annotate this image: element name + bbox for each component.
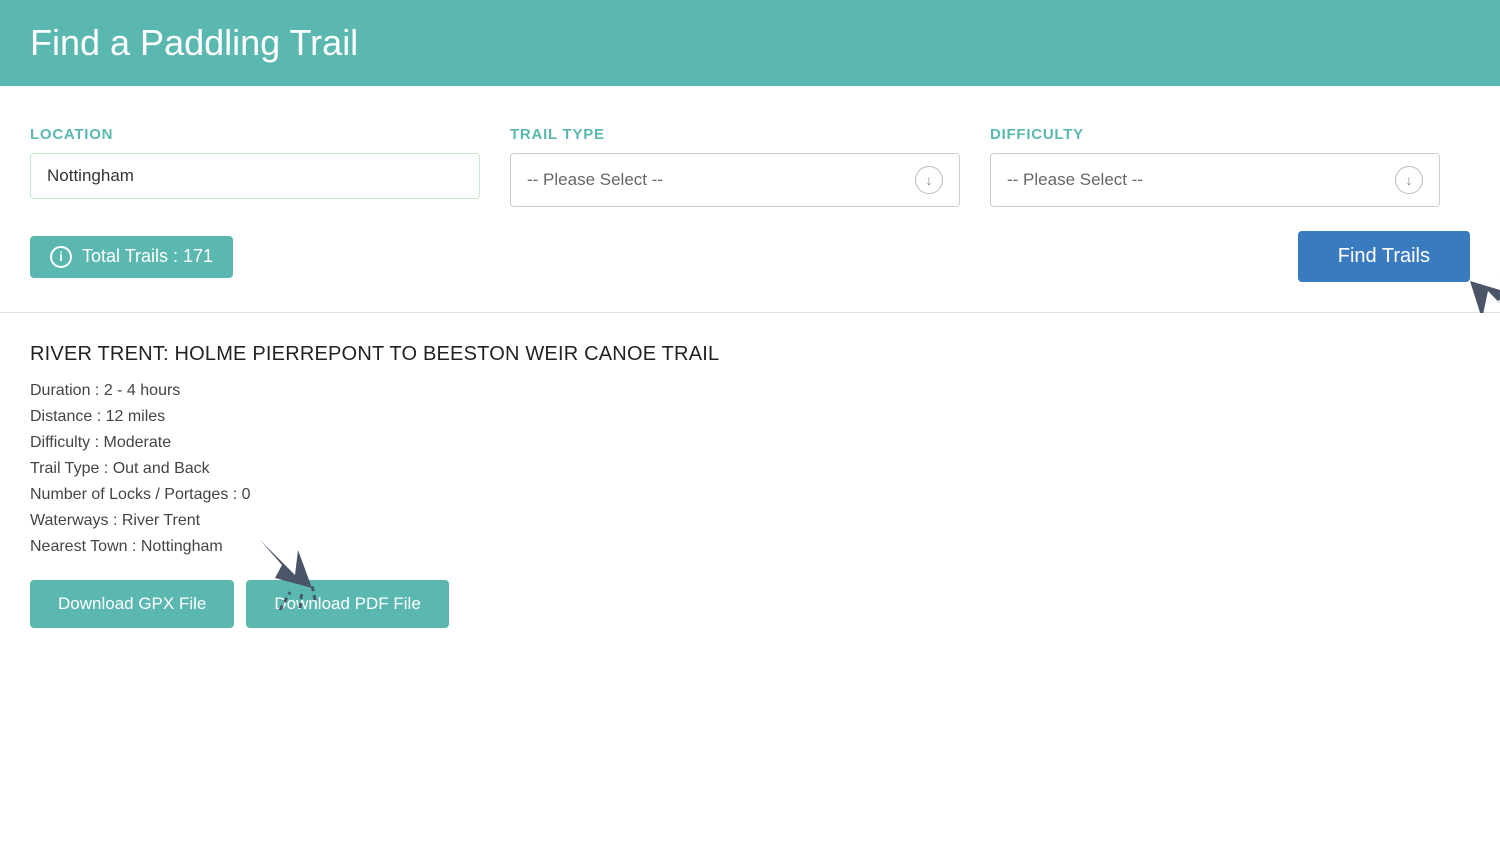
trail-actions: Download GPX File Download PDF File <box>30 580 1470 628</box>
location-input[interactable] <box>30 153 480 199</box>
trail-type-label: TRAIL TYPE <box>510 126 960 143</box>
difficulty-placeholder: -- Please Select -- <box>1007 170 1143 190</box>
download-pdf-button[interactable]: Download PDF File <box>246 580 448 628</box>
trail-title: RIVER TRENT: HOLME PIERREPONT TO BEESTON… <box>30 343 1470 366</box>
trail-difficulty: Difficulty : Moderate <box>30 434 1470 452</box>
trail-duration: Duration : 2 - 4 hours <box>30 382 1470 400</box>
trail-distance: Distance : 12 miles <box>30 408 1470 426</box>
trail-locks: Number of Locks / Portages : 0 <box>30 486 1470 504</box>
total-trails-label: Total Trails : 171 <box>82 246 213 267</box>
difficulty-column: DIFFICULTY -- Please Select -- ↓ <box>990 126 1440 207</box>
trail-type: Trail Type : Out and Back <box>30 460 1470 478</box>
download-gpx-button[interactable]: Download GPX File <box>30 580 234 628</box>
location-column: LOCATION <box>30 126 480 199</box>
page-title: Find a Paddling Trail <box>30 22 1470 64</box>
page-header: Find a Paddling Trail <box>0 0 1500 86</box>
search-section: LOCATION TRAIL TYPE -- Please Select -- … <box>0 86 1500 312</box>
search-bottom-row: i Total Trails : 171 Find Trails <box>30 231 1470 282</box>
info-icon: i <box>50 246 72 268</box>
find-trails-button[interactable]: Find Trails <box>1298 231 1470 282</box>
trail-type-chevron-down-icon: ↓ <box>915 166 943 194</box>
trail-type-placeholder: -- Please Select -- <box>527 170 663 190</box>
total-trails-badge: i Total Trails : 171 <box>30 236 233 278</box>
trail-type-column: TRAIL TYPE -- Please Select -- ↓ <box>510 126 960 207</box>
trail-type-select[interactable]: -- Please Select -- ↓ <box>510 153 960 207</box>
difficulty-select[interactable]: -- Please Select -- ↓ <box>990 153 1440 207</box>
trail-nearest-town: Nearest Town : Nottingham <box>30 538 1470 556</box>
difficulty-chevron-down-icon: ↓ <box>1395 166 1423 194</box>
result-section: RIVER TRENT: HOLME PIERREPONT TO BEESTON… <box>0 313 1500 668</box>
search-row: LOCATION TRAIL TYPE -- Please Select -- … <box>30 126 1470 207</box>
find-trails-wrapper: Find Trails <box>1298 231 1470 282</box>
trail-waterways: Waterways : River Trent <box>30 512 1470 530</box>
difficulty-label: DIFFICULTY <box>990 126 1440 143</box>
location-label: LOCATION <box>30 126 480 143</box>
